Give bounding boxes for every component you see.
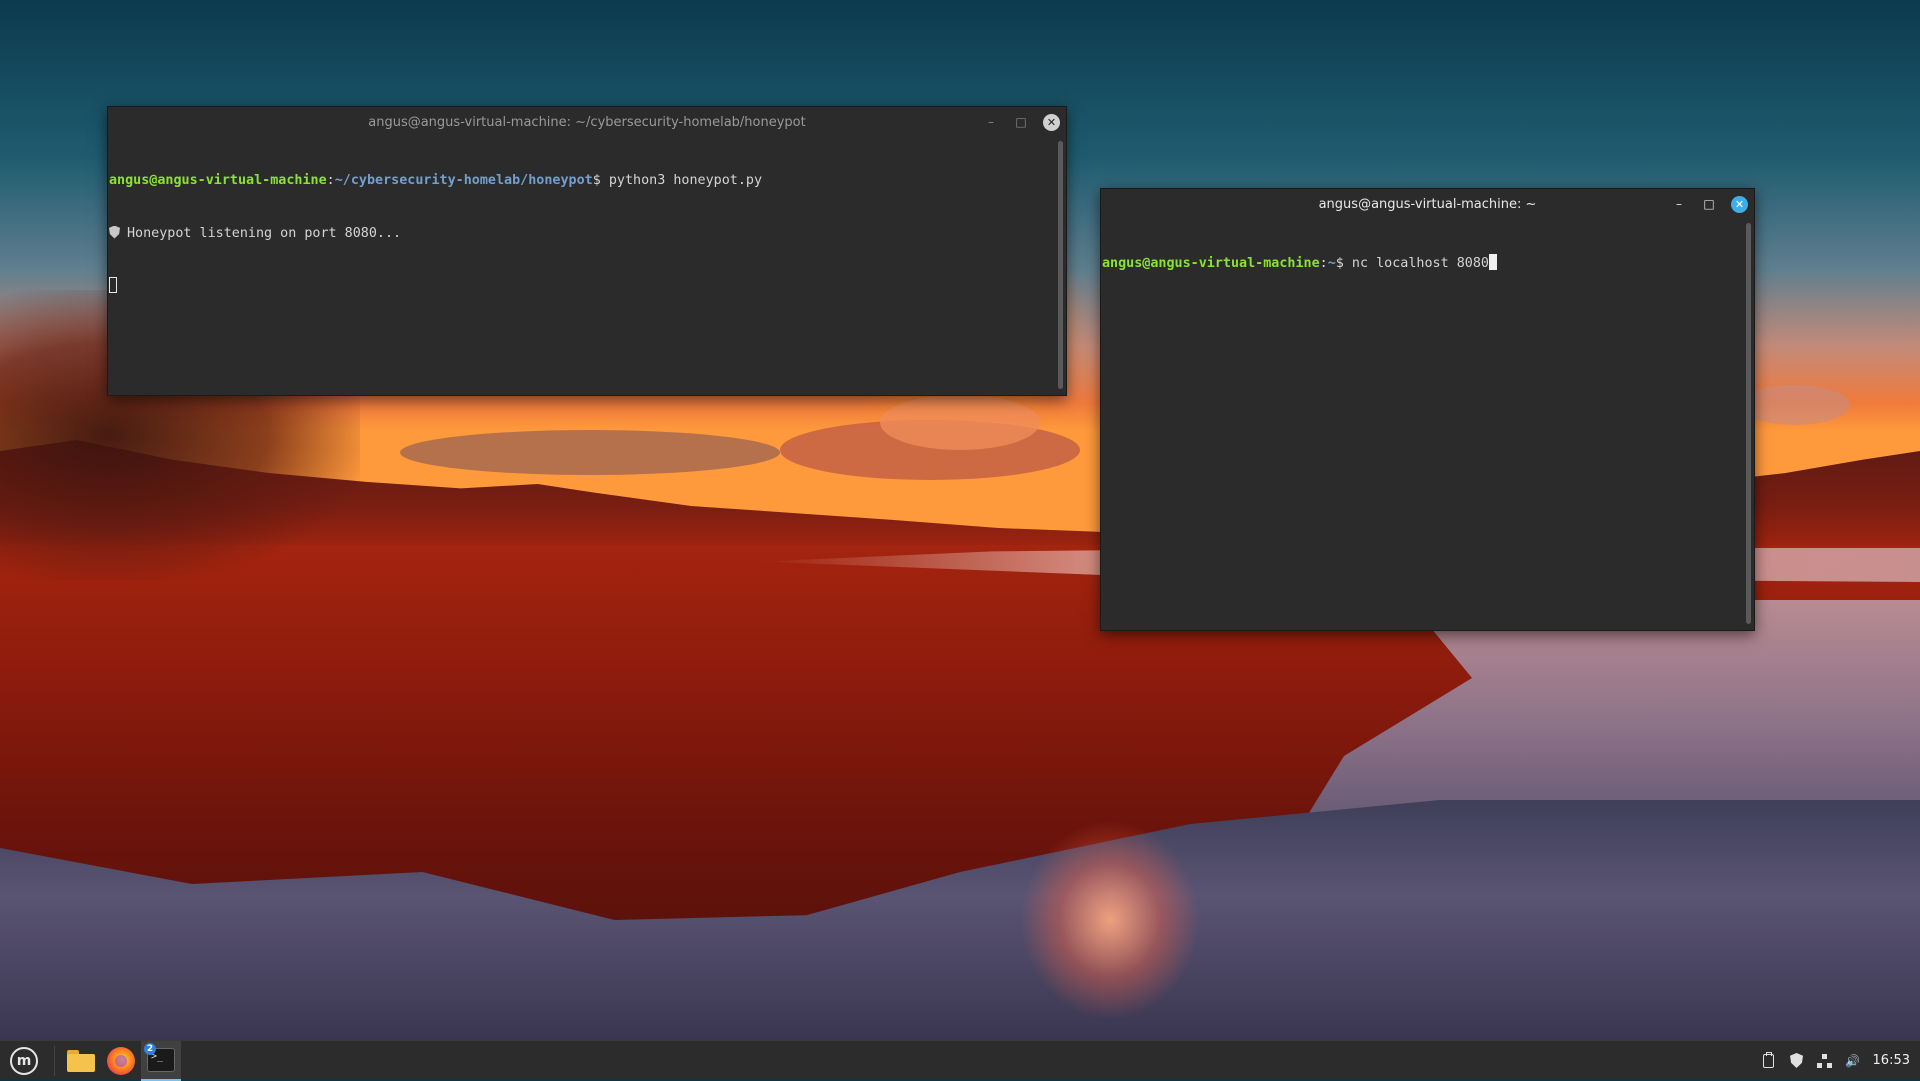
- files-launcher[interactable]: [61, 1041, 101, 1081]
- prompt-separator: :: [326, 173, 335, 188]
- terminal-window-netcat[interactable]: angus@angus-virtual-machine: ~ – □ ✕ ang…: [1100, 188, 1755, 631]
- prompt-path: ~/cybersecurity-homelab/honeypot: [334, 173, 593, 188]
- terminal-window-honeypot[interactable]: angus@angus-virtual-machine: ~/cybersecu…: [107, 106, 1067, 396]
- firefox-launcher[interactable]: [101, 1041, 141, 1081]
- network-tray-button[interactable]: [1816, 1053, 1833, 1069]
- firefox-icon: [107, 1046, 135, 1075]
- prompt-user: angus@angus-virtual-machine: [109, 173, 327, 188]
- volume-tray-button[interactable]: 🔊: [1845, 1053, 1861, 1069]
- output-text: Honeypot listening on port 8080...: [127, 225, 402, 241]
- command-text: nc localhost 8080: [1343, 256, 1489, 271]
- minimize-button[interactable]: –: [983, 114, 999, 130]
- network-icon: [1816, 1053, 1833, 1068]
- taskbar: m >_ 2 🔊 16:53: [0, 1040, 1920, 1081]
- linux-mint-logo-icon: m: [10, 1046, 38, 1075]
- system-tray: 🔊 16:53: [1761, 1041, 1920, 1081]
- minimize-button[interactable]: –: [1671, 196, 1687, 212]
- wallpaper-cloud: [1740, 385, 1850, 425]
- terminal-cursor: [1488, 254, 1497, 270]
- terminal-output[interactable]: angus@angus-virtual-machine:~/cybersecur…: [109, 137, 1052, 394]
- command-text: python3 honeypot.py: [600, 173, 763, 188]
- close-button[interactable]: ✕: [1043, 113, 1060, 131]
- update-manager-tray-button[interactable]: [1789, 1053, 1805, 1069]
- start-menu-button[interactable]: m: [0, 1041, 48, 1081]
- prompt-symbol: $: [1335, 256, 1344, 271]
- maximize-button[interactable]: □: [1701, 196, 1717, 212]
- clock[interactable]: 16:53: [1873, 1053, 1910, 1068]
- terminal-cursor-line: [109, 277, 1052, 295]
- folder-icon: [67, 1049, 95, 1072]
- window-count-badge: 2: [144, 1042, 156, 1055]
- prompt-user: angus@angus-virtual-machine: [1102, 256, 1320, 271]
- terminal-command-line: angus@angus-virtual-machine:~/cybersecur…: [109, 172, 1052, 190]
- clipboard-icon: [1763, 1051, 1775, 1068]
- window-controls: – □ ✕: [983, 107, 1060, 137]
- window-title: angus@angus-virtual-machine: ~/cybersecu…: [368, 114, 806, 130]
- wallpaper-cloud: [880, 395, 1040, 450]
- terminal-output[interactable]: angus@angus-virtual-machine:~$ nc localh…: [1102, 219, 1740, 629]
- close-button[interactable]: ✕: [1731, 195, 1748, 213]
- terminal-scrollbar[interactable]: [1058, 141, 1063, 389]
- shield-icon: [109, 225, 120, 239]
- maximize-button[interactable]: □: [1013, 114, 1029, 130]
- shield-icon: [1790, 1053, 1804, 1068]
- prompt-separator: :: [1319, 256, 1328, 271]
- wallpaper-cloud: [400, 430, 780, 475]
- prompt-path: ~: [1327, 256, 1336, 271]
- window-controls: – □ ✕: [1671, 189, 1748, 219]
- clipboard-tray-button[interactable]: [1761, 1051, 1777, 1069]
- window-titlebar[interactable]: angus@angus-virtual-machine: ~ – □ ✕: [1101, 189, 1754, 219]
- terminal-scrollbar[interactable]: [1746, 223, 1751, 624]
- terminal-command-line: angus@angus-virtual-machine:~$ nc localh…: [1102, 254, 1740, 272]
- taskbar-separator: [54, 1045, 55, 1076]
- window-title: angus@angus-virtual-machine: ~: [1318, 196, 1537, 212]
- wallpaper-sun-reflection: [1020, 820, 1200, 1020]
- terminal-output-line: Honeypot listening on port 8080...: [109, 225, 1052, 243]
- window-titlebar[interactable]: angus@angus-virtual-machine: ~/cybersecu…: [108, 107, 1066, 137]
- terminal-launcher[interactable]: >_ 2: [141, 1040, 181, 1081]
- taskbar-left: m >_ 2: [0, 1040, 181, 1081]
- volume-icon: 🔊: [1845, 1053, 1860, 1068]
- prompt-symbol: $: [592, 173, 601, 188]
- terminal-cursor: [109, 277, 117, 293]
